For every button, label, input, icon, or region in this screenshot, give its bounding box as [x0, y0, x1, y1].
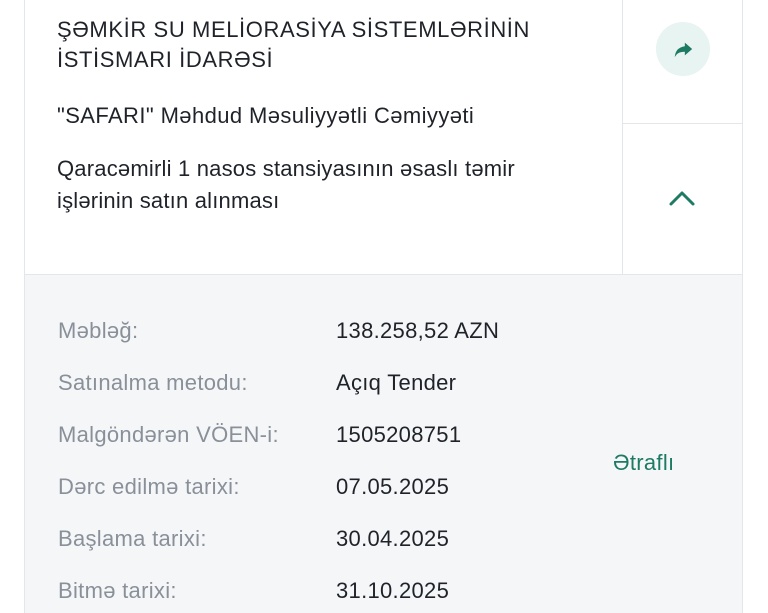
detail-row-end-date: Bitmə tarixi: 31.10.2025	[58, 573, 618, 609]
tender-details: Məbləğ: 138.258,52 AZN Satınalma metodu:…	[25, 275, 742, 613]
detail-row-published-date: Dərc edilmə tarixi: 07.05.2025	[58, 469, 618, 505]
collapse-button[interactable]	[659, 178, 705, 218]
detail-label: Satınalma metodu:	[58, 370, 248, 395]
detail-label: Malgöndərən VÖEN-i:	[58, 422, 279, 447]
chevron-up-icon	[669, 191, 695, 206]
divider	[623, 123, 742, 124]
detail-label: Dərc edilmə tarixi:	[58, 474, 240, 499]
detail-label: Məbləğ:	[58, 318, 139, 343]
detail-row-supplier-voen: Malgöndərən VÖEN-i: 1505208751	[58, 417, 618, 453]
detail-value: Açıq Tender	[336, 370, 457, 395]
detail-value: 138.258,52 AZN	[336, 318, 500, 343]
tender-card: ŞƏMKİR SU MELİORASİYA SİSTEMLƏRİNİN İSTİ…	[24, 0, 743, 613]
tender-subject: Qaracəmirli 1 nasos stansiyasının əsaslı…	[57, 156, 515, 213]
detail-value: 07.05.2025	[336, 474, 450, 499]
detail-label: Bitmə tarixi:	[58, 578, 177, 603]
tender-header: ŞƏMKİR SU MELİORASİYA SİSTEMLƏRİNİN İSTİ…	[25, 0, 742, 275]
detail-value: 1505208751	[336, 422, 462, 447]
detail-value: 31.10.2025	[336, 578, 450, 603]
detail-label: Başlama tarixi:	[58, 526, 207, 551]
share-button[interactable]	[656, 22, 710, 76]
organization-name: ŞƏMKİR SU MELİORASİYA SİSTEMLƏRİNİN İSTİ…	[57, 17, 531, 72]
detail-value: 30.04.2025	[336, 526, 450, 551]
company-name: "SAFARI" Məhdud Məsuliyyətli Cəmiyyəti	[57, 103, 475, 128]
detail-row-amount: Məbləğ: 138.258,52 AZN	[58, 313, 618, 349]
more-details-link[interactable]: Ətraflı	[613, 447, 674, 479]
detail-row-start-date: Başlama tarixi: 30.04.2025	[58, 521, 618, 557]
detail-row-method: Satınalma metodu: Açıq Tender	[58, 365, 618, 401]
share-forward-icon	[674, 42, 693, 58]
actions-column	[622, 0, 742, 274]
